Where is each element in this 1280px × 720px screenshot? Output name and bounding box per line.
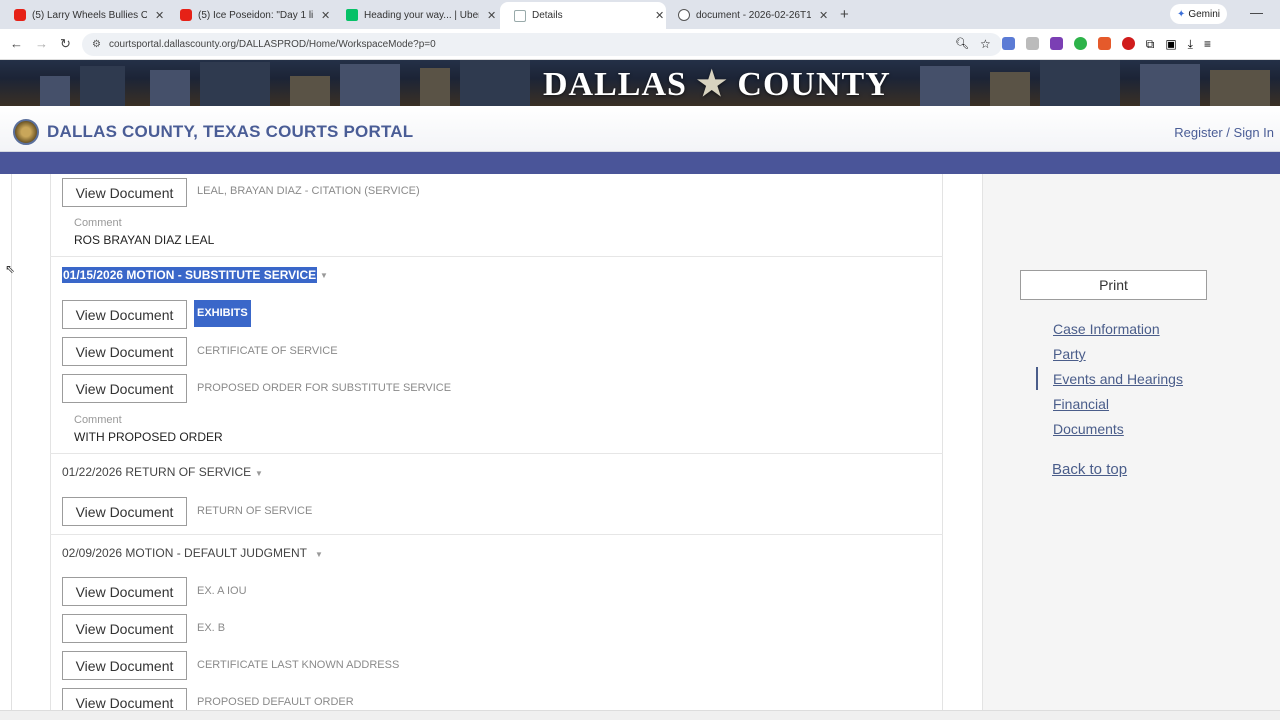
divider [50,534,943,535]
browser-tab[interactable]: document - 2026-02-26T10534 ✕ [664,4,828,26]
view-document-button[interactable]: View Document [62,577,187,606]
banner-title: DALLAS ★ COUNTY [543,64,891,104]
view-document-button[interactable]: View Document [62,651,187,680]
document-description: EX. B [197,622,226,634]
view-document-button[interactable]: View Document [62,337,187,366]
document-description: LEAL, BRAYAN DIAZ - CITATION (SERVICE) [197,185,420,197]
banner-title-left: DALLAS [543,66,687,103]
tab-title: document - 2026-02-26T10534 [696,9,811,21]
back-arrow-icon[interactable]: ← [10,36,23,51]
extension-icon[interactable] [1073,37,1087,50]
horizontal-scrollbar[interactable] [0,710,1280,720]
view-document-button[interactable]: View Document [62,178,187,207]
divider [50,453,943,454]
puzzle-icon[interactable]: ⧉ [1146,37,1155,52]
globe-icon [678,9,690,21]
comment-label: Comment [74,217,122,229]
event-title[interactable]: 01/22/2026 RETURN OF SERVICE [62,465,251,479]
tab-title: (5) Ice Poseidon: "Day 1 living u [198,9,313,21]
document-icon [514,9,526,22]
document-description: CERTIFICATE OF SERVICE [197,345,338,357]
browser-toolbar: ← → ↻ ⚙ courtsportal.dallascounty.org/DA… [0,29,1280,60]
extension-icons: 🔍︎ ☆ ⧉ ▣ ⤓ ≡ [955,37,1211,52]
event-title[interactable]: 01/15/2026 MOTION - SUBSTITUTE SERVICE [62,267,318,283]
view-document-button[interactable]: View Document [62,300,187,329]
close-icon[interactable]: ✕ [819,9,828,22]
view-document-button[interactable]: View Document [62,688,187,710]
menu-icon[interactable]: ≡ [1204,37,1211,52]
county-banner: DALLAS ★ COUNTY [0,60,1280,106]
browser-tab[interactable]: Heading your way... | Uber Eats ✕ [332,4,496,26]
zoom-icon[interactable]: 🔍︎ [955,37,969,52]
gemini-button[interactable]: ✦ Gemini [1170,4,1227,24]
close-icon[interactable]: ✕ [487,9,496,22]
site-settings-icon[interactable]: ⚙ [92,39,101,50]
minimize-icon[interactable]: — [1250,5,1263,20]
tab-title: (5) Larry Wheels Bullies Old Ma [32,9,147,21]
county-seal-icon [13,119,39,145]
close-icon[interactable]: ✕ [655,9,664,22]
browser-tab-bar: (5) Larry Wheels Bullies Old Ma ✕ (5) Ic… [0,0,1280,29]
extension-icon[interactable] [1025,37,1039,50]
browser-tab[interactable]: (5) Larry Wheels Bullies Old Ma ✕ [0,4,164,26]
document-description: PROPOSED ORDER FOR SUBSTITUTE SERVICE [197,382,452,394]
uber-eats-icon [346,9,358,21]
new-tab-button[interactable]: + [840,6,849,23]
url-text: courtsportal.dallascounty.org/DALLASPROD… [108,39,436,50]
youtube-icon [180,9,192,21]
register-sign-in-link[interactable]: Register / Sign In [1174,125,1274,140]
nav-bar [0,152,1280,174]
youtube-icon [14,9,26,21]
comment-value: ROS BRAYAN DIAZ LEAL [74,233,215,247]
chevron-down-icon[interactable]: ▼ [315,550,323,559]
view-document-button[interactable]: View Document [62,614,187,643]
browser-tab-active[interactable]: Details ✕ [500,2,666,29]
right-sidebar [982,174,1280,710]
mouse-cursor-icon: ⇖ [5,262,16,276]
chevron-down-icon[interactable]: ▼ [320,271,328,280]
url-bar[interactable]: ⚙ courtsportal.dallascounty.org/DALLASPR… [82,33,1002,56]
document-description: PROPOSED DEFAULT ORDER [197,696,354,708]
gemini-label: Gemini [1188,8,1221,20]
browser-tab[interactable]: (5) Ice Poseidon: "Day 1 living u ✕ [166,4,330,26]
tab-title: Details [532,10,563,21]
star-icon: ★ [696,66,728,103]
document-description: EXHIBITS [194,300,251,327]
extension-icon[interactable] [1097,37,1111,50]
view-document-button[interactable]: View Document [62,374,187,403]
event-title[interactable]: 02/09/2026 MOTION - DEFAULT JUDGMENT [62,546,307,560]
view-document-button[interactable]: View Document [62,497,187,526]
forward-arrow-icon[interactable]: → [35,36,48,51]
reload-icon[interactable]: ↻ [60,36,71,52]
portal-header: DALLAS COUNTY, TEXAS COURTS PORTAL Regis… [0,106,1280,152]
portal-title[interactable]: DALLAS COUNTY, TEXAS COURTS PORTAL [47,122,413,142]
close-icon[interactable]: ✕ [321,9,330,22]
close-icon[interactable]: ✕ [155,9,164,22]
document-description: EX. A IOU [197,585,247,597]
document-description: CERTIFICATE LAST KNOWN ADDRESS [197,659,400,671]
bookmark-star-icon[interactable]: ☆ [980,37,991,52]
banner-title-right: COUNTY [737,66,891,103]
content-area: View Document LEAL, BRAYAN DIAZ - CITATI… [0,174,1280,710]
sidepanel-icon[interactable]: ▣ [1165,37,1176,52]
extension-icon[interactable] [1121,37,1135,50]
tab-title: Heading your way... | Uber Eats [364,9,479,21]
chevron-down-icon[interactable]: ▼ [255,469,263,478]
download-icon[interactable]: ⤓ [1188,37,1193,52]
comment-value: WITH PROPOSED ORDER [74,430,223,444]
extension-icon[interactable] [1049,37,1063,50]
divider [50,256,943,257]
comment-label: Comment [74,414,122,426]
gemini-icon: ✦ [1176,8,1186,20]
print-button[interactable]: Print [1020,270,1207,300]
document-description: RETURN OF SERVICE [197,505,313,517]
extension-icon[interactable] [1001,37,1015,50]
